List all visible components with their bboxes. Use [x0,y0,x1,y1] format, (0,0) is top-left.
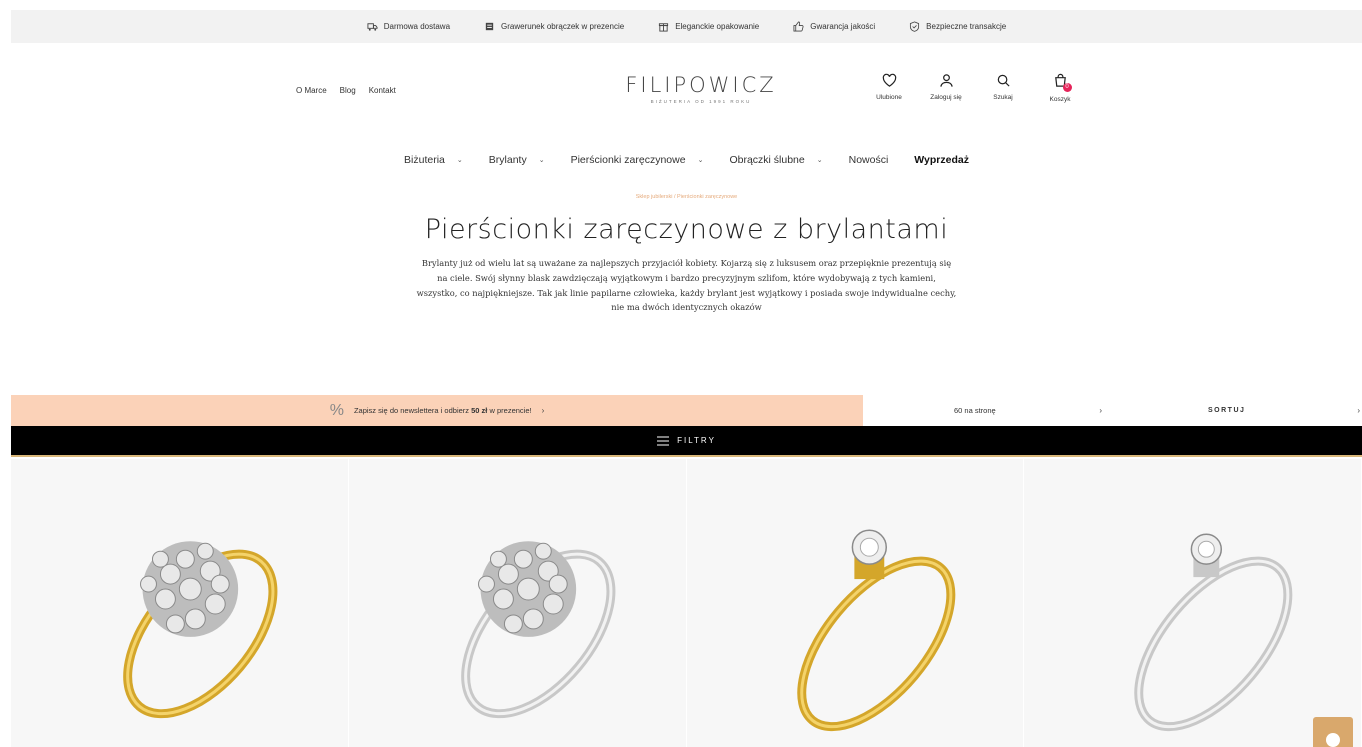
nav-item-nowosci[interactable]: Nowości [849,154,889,166]
truck-icon [367,23,378,31]
benefit-label: Eleganckie opakowanie [675,22,760,31]
favorites-button[interactable]: Ulubione [869,73,909,103]
cart-button[interactable]: 0 Koszyk [1040,73,1080,103]
cart-count-badge: 0 [1062,83,1072,92]
benefit-label: Grawerunek obrączek w prezencie [501,22,625,31]
heart-icon [882,73,896,87]
filters-button[interactable]: FILTRY [11,426,1362,457]
chevron-right-icon: › [541,406,545,415]
login-label: Zaloguj się [930,94,962,101]
chevron-down-icon: ⌄ [456,157,463,164]
chevron-down-icon: ⌄ [816,157,823,164]
header-actions: Ulubione Zaloguj się Szukaj 0 Koszyk [869,73,1080,103]
user-icon [939,74,953,87]
chat-icon [1326,733,1340,747]
benefits-bar: Darmowa dostawa Grawerunek obrączek w pr… [11,10,1362,43]
newsletter-text: Zapisz się do newslettera i odbierz 50 z… [354,406,532,415]
newsletter-amount: 50 zł [471,406,488,415]
benefit-label: Bezpieczne transakcje [926,22,1007,31]
engraving-icon [485,22,494,31]
shop-page: Darmowa dostawa Grawerunek obrączek w pr… [0,0,1362,747]
listing-options-bar: % Zapisz się do newslettera i odbierz 50… [11,395,1362,426]
site-header: O Marce Blog Kontakt FILIPOWICZ BIŻUTERI… [11,43,1362,138]
category-hero: Sklep jubilerski / Pierścionki zaręczyno… [11,182,1362,395]
search-button[interactable]: Szukaj [983,73,1023,103]
link-blog[interactable]: Blog [340,86,356,95]
benefit-engraving: Grawerunek obrączek w prezencie [484,21,624,32]
nav-item-wyprzedaz[interactable]: Wyprzedaż [914,154,969,166]
page-title: Pierścionki zaręczynowe z brylantami [424,214,949,245]
cart-icon-wrap: 0 [1053,73,1072,92]
nav-label: Nowości [848,154,889,166]
nav-item-obraczki[interactable]: Obrączki ślubne ⌄ [729,154,822,166]
benefit-packaging: Eleganckie opakowanie [658,21,759,32]
per-page-select[interactable]: 60 na stronę › [863,395,1113,426]
product-image-white-gold-solitaire-ring [1134,533,1293,732]
shield-icon [910,21,920,32]
filters-label: FILTRY [677,436,716,445]
nav-item-brylanty[interactable]: Brylanty ⌄ [489,154,545,166]
nav-label: Pierścionki zaręczynowe [570,154,686,166]
gift-box-icon [659,23,669,32]
chevron-down-icon: ⌄ [538,157,545,164]
product-image-yellow-gold-cluster-ring [123,541,278,719]
product-card[interactable] [686,459,1025,747]
header-links: O Marce Blog Kontakt [296,86,396,95]
chevron-right-icon: › [1099,406,1102,415]
benefit-label: Gwarancja jakości [810,22,876,31]
link-o-marce[interactable]: O Marce [296,86,327,95]
category-description: Brylanty już od wielu lat są uważane za … [416,258,957,313]
sort-label: SORTUJ [1208,407,1246,414]
nav-label: Wyprzedaż [914,154,969,166]
main-navigation: Biżuteria ⌄ Brylanty ⌄ Pierścionki zaręc… [11,138,1362,182]
site-logo[interactable]: FILIPOWICZ BIŻUTERIA OD 1991 ROKU [611,73,791,104]
link-kontakt[interactable]: Kontakt [369,86,396,95]
search-icon [997,74,1010,87]
product-image-white-gold-cluster-ring [460,541,616,719]
chevron-right-icon: › [1357,406,1360,415]
product-image-yellow-gold-solitaire-ring [796,529,955,732]
nav-label: Biżuteria [404,154,445,166]
login-button[interactable]: Zaloguj się [926,73,966,103]
product-card[interactable] [1024,459,1362,747]
benefit-label: Darmowa dostawa [383,22,451,31]
chevron-down-icon: ⌄ [697,157,704,164]
thumbs-up-icon [793,21,804,32]
benefit-free-delivery: Darmowa dostawa [367,21,450,32]
product-card[interactable] [11,459,349,747]
favorites-label: Ulubione [876,94,902,101]
nav-label: Brylanty [488,154,527,166]
nav-item-pierscionki[interactable]: Pierścionki zaręczynowe ⌄ [571,154,704,166]
logo-text: FILIPOWICZ [625,73,777,97]
newsletter-banner[interactable]: % Zapisz się do newslettera i odbierz 50… [11,395,863,426]
product-grid [11,459,1362,747]
per-page-label: 60 na stronę [954,406,996,415]
search-label: Szukaj [993,94,1013,101]
filter-lines-icon [657,436,670,445]
product-card[interactable] [348,459,687,747]
breadcrumb[interactable]: Sklep jubilerski / Pierścionki zaręczyno… [11,194,1362,200]
chat-button[interactable] [1313,717,1353,747]
nav-label: Obrączki ślubne [729,154,805,166]
newsletter-text-after: w prezencie! [489,406,532,415]
cart-label: Koszyk [1049,96,1071,103]
benefit-secure: Bezpieczne transakcje [909,21,1006,32]
nav-item-bizuteria[interactable]: Biżuteria ⌄ [404,154,463,166]
percent-icon: % [329,401,344,419]
benefit-quality: Gwarancja jakości [793,21,875,32]
logo-tagline: BIŻUTERIA OD 1991 ROKU [650,99,752,104]
sort-select[interactable]: SORTUJ › [1113,395,1362,426]
newsletter-text-before: Zapisz się do newslettera i odbierz [353,406,470,415]
